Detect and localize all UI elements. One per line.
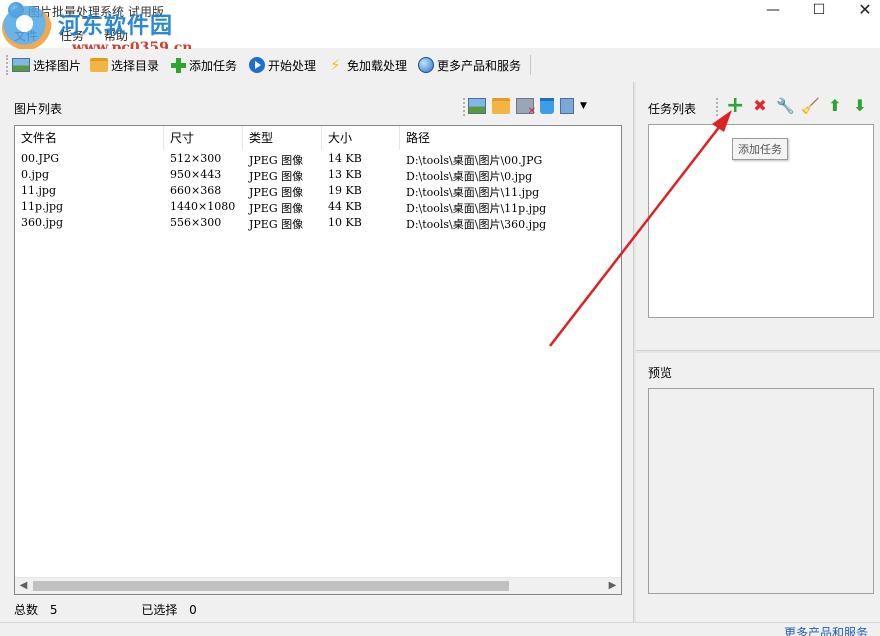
total-count-label: 总数 (14, 603, 38, 617)
column-header-filename[interactable]: 文件名 (15, 126, 164, 150)
add-task-label: 添加任务 (189, 57, 237, 74)
more-products-button[interactable]: 更多产品和服务 (418, 54, 521, 76)
cell-filename: 11.jpg (15, 184, 56, 197)
plus-icon (170, 57, 186, 73)
cell-dimensions: 512×300 (164, 152, 221, 165)
more-products-label: 更多产品和服务 (437, 57, 521, 74)
table-header: 文件名 尺寸 类型 大小 路径 (15, 126, 621, 150)
cell-path: D:\tools\桌面\图片\11.jpg (400, 184, 539, 200)
cell-dimensions: 950×443 (164, 168, 221, 181)
lightning-icon: ⚡ (330, 57, 344, 73)
add-folder-icon[interactable] (492, 98, 510, 114)
scrollbar-thumb[interactable] (33, 581, 509, 591)
cell-dimensions: 556×300 (164, 216, 221, 229)
total-count-value: 5 (50, 603, 58, 617)
play-icon (249, 57, 265, 73)
clear-tasks-broom-icon[interactable]: 🧹 (801, 97, 819, 115)
cell-dimensions: 660×368 (164, 184, 221, 197)
cell-size: 10 KB (322, 216, 362, 229)
image-list-toolbar: ▼ (468, 98, 588, 114)
view-mode-icon[interactable] (560, 98, 574, 114)
more-products-link[interactable]: 更多产品和服务 (784, 624, 868, 636)
cell-path: D:\tools\桌面\图片\0.jpg (400, 168, 532, 184)
cell-size: 13 KB (322, 168, 362, 181)
edit-task-wrench-icon[interactable]: 🔧 (776, 97, 794, 115)
table-row[interactable]: 00.JPG 512×300 JPEG 图像 14 KB D:\tools\桌面… (15, 152, 621, 168)
view-mode-dropdown-icon[interactable]: ▼ (580, 98, 588, 114)
task-toolbar: + ✖ 🔧 🧹 ⬆ ⬇ (726, 97, 869, 115)
cell-type: JPEG 图像 (243, 168, 303, 184)
add-task-tooltip: 添加任务 (732, 138, 788, 160)
table-row[interactable]: 11.jpg 660×368 JPEG 图像 19 KB D:\tools\桌面… (15, 184, 621, 200)
cell-type: JPEG 图像 (243, 200, 303, 216)
cell-type: JPEG 图像 (243, 216, 303, 232)
cell-type: JPEG 图像 (243, 152, 303, 168)
cell-dimensions: 1440×1080 (164, 200, 235, 213)
column-header-dimensions[interactable]: 尺寸 (164, 126, 243, 150)
column-header-size[interactable]: 大小 (322, 126, 400, 150)
footer-bar (0, 622, 880, 636)
globe-icon (418, 57, 434, 73)
table-row[interactable]: 11p.jpg 1440×1080 JPEG 图像 44 KB D:\tools… (15, 200, 621, 216)
image-list-toolbar-grip (463, 98, 465, 116)
add-image-icon[interactable] (468, 98, 486, 114)
image-icon (12, 58, 30, 72)
no-load-processing-button[interactable]: ⚡ 免加载处理 (330, 54, 407, 76)
clear-list-icon[interactable] (540, 98, 554, 114)
toolbar-grip[interactable] (6, 55, 8, 75)
preview-header: 预览 (648, 364, 672, 381)
select-images-label: 选择图片 (33, 57, 81, 74)
cell-filename: 360.jpg (15, 216, 63, 229)
cell-filename: 00.JPG (15, 152, 59, 165)
move-down-icon[interactable]: ⬇ (851, 97, 869, 115)
close-button[interactable]: ✕ (842, 0, 880, 22)
selected-count-label: 已选择 (141, 603, 177, 617)
select-images-button[interactable]: 选择图片 (12, 54, 81, 76)
cell-filename: 0.jpg (15, 168, 49, 181)
folder-icon (90, 58, 108, 72)
main-toolbar: 选择图片 选择目录 添加任务 开始处理 ⚡ 免加载处理 更多产品和服务 (0, 49, 880, 81)
select-folder-button[interactable]: 选择目录 (90, 54, 159, 76)
cell-size: 44 KB (322, 200, 362, 213)
scroll-left-icon[interactable]: ◀ (15, 578, 32, 594)
maximize-button[interactable]: ☐ (796, 0, 842, 22)
preview-area (648, 388, 874, 594)
select-folder-label: 选择目录 (111, 57, 159, 74)
selected-count-value: 0 (189, 603, 197, 617)
watermark-site-name: 河东软件园 (58, 8, 173, 40)
status-bar: 总数 5 已选择 0 (14, 601, 205, 618)
cell-size: 14 KB (322, 152, 362, 165)
task-list-header: 任务列表 (648, 100, 696, 117)
start-processing-label: 开始处理 (268, 57, 316, 74)
cell-filename: 11p.jpg (15, 200, 63, 213)
add-task-icon[interactable]: + (726, 97, 744, 115)
column-header-path[interactable]: 路径 (400, 126, 621, 150)
image-list-panel: 图片列表 ▼ 文件名 尺寸 类型 大小 路径 00.JPG 512×300 JP… (0, 90, 630, 620)
horizontal-scrollbar[interactable]: ◀ ▶ (15, 577, 621, 594)
toolbar-separator (530, 55, 531, 75)
move-up-icon[interactable]: ⬆ (826, 97, 844, 115)
cell-size: 19 KB (322, 184, 362, 197)
watermark-logo (2, 6, 52, 50)
cell-path: D:\tools\桌面\图片\11p.jpg (400, 200, 546, 216)
image-list-table[interactable]: 文件名 尺寸 类型 大小 路径 00.JPG 512×300 JPEG 图像 1… (14, 125, 622, 595)
column-header-type[interactable]: 类型 (243, 126, 322, 150)
remove-image-icon[interactable] (516, 98, 534, 114)
minimize-button[interactable]: — (750, 0, 796, 22)
no-load-processing-label: 免加载处理 (347, 57, 407, 74)
task-toolbar-grip (716, 98, 718, 116)
table-row[interactable]: 0.jpg 950×443 JPEG 图像 13 KB D:\tools\桌面\… (15, 168, 621, 184)
horizontal-splitter[interactable] (636, 350, 880, 353)
cell-path: D:\tools\桌面\图片\00.JPG (400, 152, 542, 168)
cell-path: D:\tools\桌面\图片\360.jpg (400, 216, 546, 232)
add-task-button[interactable]: 添加任务 (170, 54, 237, 76)
scroll-right-icon[interactable]: ▶ (604, 578, 621, 594)
table-row[interactable]: 360.jpg 556×300 JPEG 图像 10 KB D:\tools\桌… (15, 216, 621, 232)
delete-task-icon[interactable]: ✖ (751, 97, 769, 115)
start-processing-button[interactable]: 开始处理 (249, 54, 316, 76)
image-list-header: 图片列表 (14, 100, 62, 117)
cell-type: JPEG 图像 (243, 184, 303, 200)
